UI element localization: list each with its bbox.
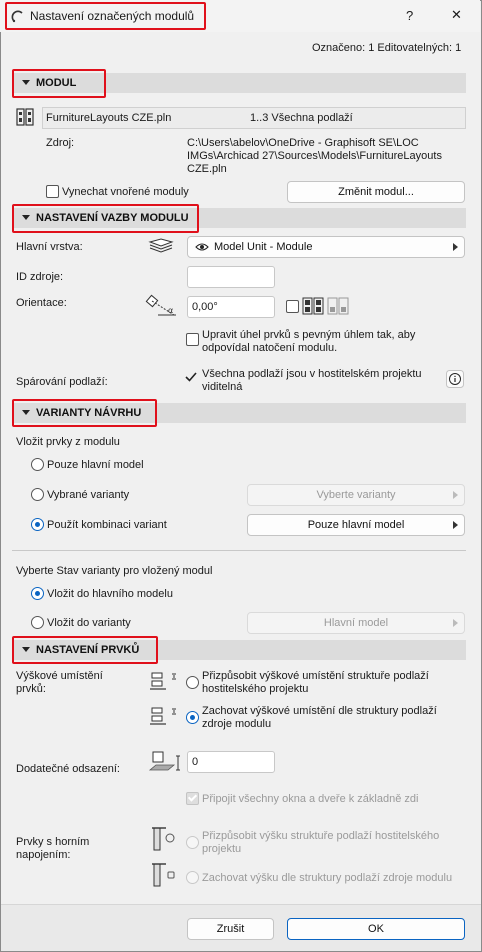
checkmark-icon: [185, 372, 197, 382]
skip-nested-checkbox[interactable]: [46, 185, 59, 198]
offset-input[interactable]: 0: [187, 751, 275, 773]
radio-selected-variants[interactable]: [31, 488, 44, 501]
module-floors: 1..3 Všechna podlaží: [250, 112, 353, 124]
radio-height-keep[interactable]: [186, 711, 199, 724]
mirror-module-icon: [302, 297, 349, 315]
chevron-right-icon: [453, 521, 458, 529]
close-button[interactable]: ✕: [451, 7, 462, 23]
adjust-angle-label: Upravit úhel prvků s pevným úhlem tak, a…: [202, 329, 416, 354]
module-icon: [16, 108, 34, 126]
highlight-vazba: [12, 204, 199, 233]
attach-label: Připojit všechny okna a dveře k základně…: [202, 793, 419, 805]
chevron-right-icon: [453, 491, 458, 499]
height-keep-icon: [150, 707, 176, 725]
skip-nested-label: Vynechat vnořené moduly: [62, 186, 189, 198]
offset-icon: [148, 751, 180, 771]
orientation-input[interactable]: 0,00°: [187, 296, 275, 318]
info-icon[interactable]: [446, 370, 464, 388]
mirror-checkbox[interactable]: [286, 300, 299, 313]
highlight-prvky: [12, 636, 158, 664]
top-adapt-label: Přizpůsobit výšku struktuře podlaží host…: [202, 830, 440, 855]
height-keep-label: Zachovat výškové umístění dle struktury …: [202, 705, 437, 730]
module-file-name: FurnitureLayouts CZE.pln: [46, 112, 172, 124]
ok-button[interactable]: OK: [287, 918, 465, 940]
highlight-modul: [12, 69, 106, 98]
height-adapt-icon: [150, 672, 176, 690]
insert-label: Vložit prvky z modulu: [16, 436, 120, 448]
combination-label: Použít kombinaci variant: [47, 519, 167, 531]
top-link-adapt-icon: [152, 827, 175, 851]
select-variants-label: Vyberte varianty: [316, 489, 396, 501]
combination-value: Pouze hlavní model: [307, 519, 405, 531]
orientation-label: Orientace:: [16, 297, 67, 309]
height-adapt-label: Přizpůsobit výškové umístění struktuře p…: [202, 670, 429, 695]
adjust-angle-checkbox[interactable]: [186, 333, 199, 346]
svg-text:α: α: [168, 306, 173, 315]
radio-combination[interactable]: [31, 518, 44, 531]
chevron-right-icon: [453, 243, 458, 251]
divider: [12, 550, 466, 551]
highlight-varianty: [12, 399, 157, 427]
height-label: Výškové umístění prvků:: [16, 670, 103, 695]
state-label: Vyberte Stav varianty pro vložený modul: [16, 565, 213, 577]
radio-to-variant[interactable]: [31, 616, 44, 629]
cancel-button[interactable]: Zrušit: [187, 918, 274, 940]
source-id-input[interactable]: [187, 266, 275, 288]
radio-main-only[interactable]: [31, 458, 44, 471]
main-layer-dropdown[interactable]: Model Unit - Module: [187, 236, 465, 258]
orientation-angle-icon: α: [145, 294, 176, 316]
attach-checkbox: [186, 792, 199, 805]
selection-info: Označeno: 1 Editovatelných: 1: [312, 42, 462, 54]
variant-value: Hlavní model: [323, 617, 389, 629]
highlight-title: [5, 2, 206, 30]
change-module-button[interactable]: Změnit modul...: [287, 181, 465, 203]
radio-to-main[interactable]: [31, 587, 44, 600]
source-label: Zdroj:: [46, 137, 75, 149]
source-path: C:\Users\abelov\OneDrive - Graphisoft SE…: [187, 137, 442, 175]
radio-height-adapt[interactable]: [186, 676, 199, 689]
source-id-label: ID zdroje:: [16, 271, 64, 283]
main-layer-label: Hlavní vrstva:: [16, 241, 83, 253]
help-button[interactable]: ?: [406, 8, 413, 23]
to-variant-label: Vložit do varianty: [47, 617, 131, 629]
top-keep-label: Zachovat výšku dle struktury podlaží zdr…: [202, 872, 453, 884]
floor-match-label: Spárování podlaží:: [16, 376, 108, 388]
main-layer-value: Model Unit - Module: [214, 241, 313, 253]
radio-top-adapt: [186, 836, 199, 849]
layers-icon: [148, 238, 174, 253]
select-variants-button: Vyberte varianty: [247, 484, 465, 506]
top-link-label: Prvky s horním napojením:: [16, 836, 90, 861]
offset-label: Dodatečné odsazení:: [16, 763, 120, 775]
floor-match-value: Všechna podlaží jsou v hostitelském proj…: [202, 368, 422, 393]
combination-dropdown[interactable]: Pouze hlavní model: [247, 514, 465, 536]
radio-top-keep: [186, 871, 199, 884]
main-only-label: Pouze hlavní model: [47, 459, 144, 471]
top-link-keep-icon: [152, 863, 175, 887]
chevron-right-icon: [453, 619, 458, 627]
eye-icon: [195, 243, 209, 251]
to-main-label: Vložit do hlavního modelu: [47, 588, 173, 600]
variant-dropdown: Hlavní model: [247, 612, 465, 634]
selected-variants-label: Vybrané varianty: [47, 489, 130, 501]
checkmark-icon: [187, 792, 198, 802]
